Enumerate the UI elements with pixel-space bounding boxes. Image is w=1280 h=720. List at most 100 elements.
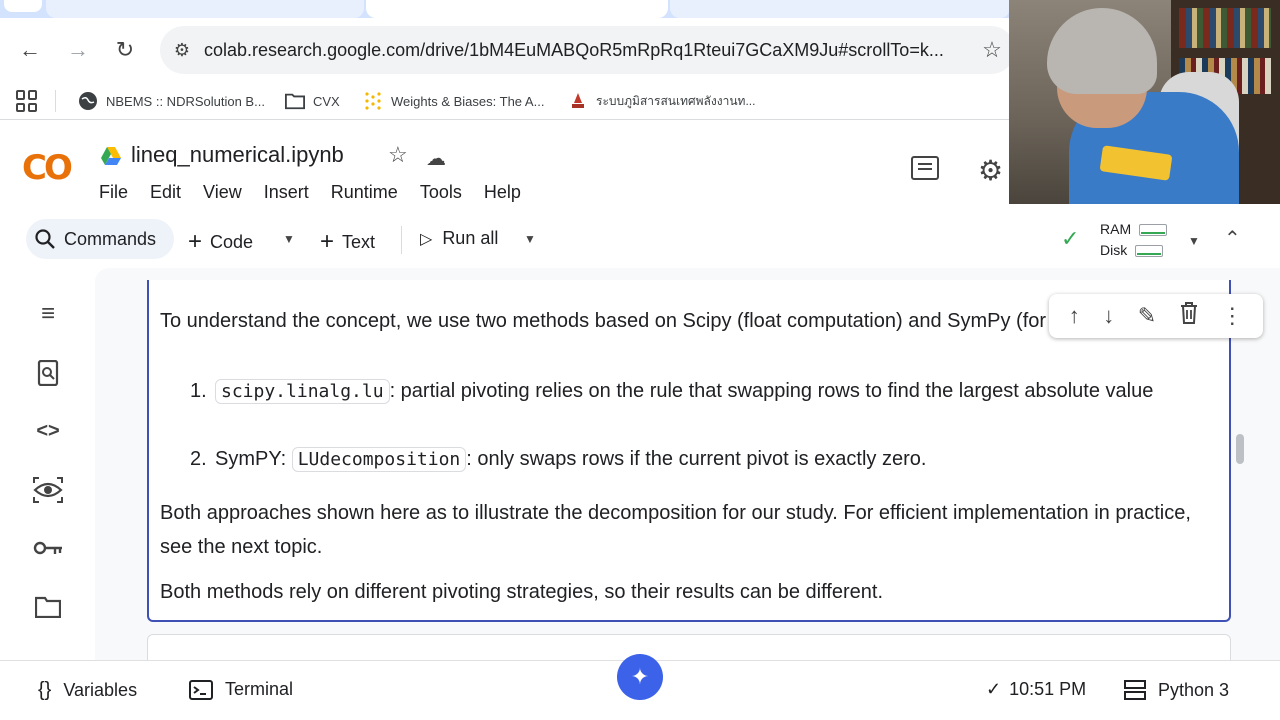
comment-icon[interactable] [911,156,939,180]
bookmark-label: Weights & Biases: The A... [391,93,545,109]
list-text: : partial pivoting relies on the rule th… [389,380,1154,402]
scrollbar[interactable] [1236,434,1244,464]
inline-code: scipy.linalg.lu [215,379,390,404]
wandb-icon [363,91,383,111]
plus-icon: + [320,228,335,255]
bookmark-energy[interactable]: ระบบภูมิสารสนเทศพลังงานท... [568,90,755,112]
divider [401,226,402,254]
table-of-contents-icon[interactable]: ≡ [30,296,66,332]
folder-icon [285,91,305,111]
collapse-header-icon[interactable]: ⌃ [1224,226,1241,251]
google-drive-icon [101,147,121,165]
move-down-arrow-icon[interactable]: ↓ [1103,303,1114,329]
browser-tab[interactable] [670,0,1010,18]
commands-button[interactable]: Commands [26,219,174,259]
play-icon: ▷ [420,230,433,248]
forward-arrow-icon[interactable]: → [64,36,92,64]
search-icon [35,229,55,249]
gemini-sparkle-icon[interactable]: ✦ [617,654,663,700]
execution-time: 10:51 PM [1009,679,1087,699]
colab-logo[interactable]: CO [22,150,78,186]
menu-view[interactable]: View [203,182,242,203]
back-arrow-icon[interactable]: ← [16,36,44,64]
secrets-key-icon[interactable] [30,530,66,566]
webcam-video-overlay [1009,0,1280,204]
disk-bar [1135,245,1164,258]
execution-status[interactable]: ✓ 10:51 PM [986,679,1086,700]
bookmark-label: ระบบภูมิสารสนเทศพลังงานท... [596,93,756,108]
add-text-label: Text [342,231,376,252]
next-cell[interactable] [147,634,1231,660]
code-dropdown-caret[interactable]: ▼ [283,232,295,246]
cloud-saved-icon[interactable]: ☁ [426,146,446,171]
bookmark-wandb[interactable]: Weights & Biases: The A... [363,90,544,112]
left-sidebar: ≡ <> [0,268,95,660]
star-icon[interactable]: ☆ [388,142,408,168]
code-snippets-icon[interactable]: <> [30,413,66,449]
bookmark-cvx[interactable]: CVX [285,90,340,112]
paragraph-text: Both methods rely on different pivoting … [160,581,883,603]
gear-icon[interactable]: ⚙ [978,154,1003,187]
divider [55,90,56,112]
paragraph-text: Both approaches shown here as to illustr… [160,502,1191,558]
add-code-button[interactable]: + Code [188,228,253,256]
runtime-button[interactable]: Python 3 [1124,679,1229,701]
variables-label: Variables [63,680,138,700]
browser-tab-active[interactable] [366,0,668,18]
run-all-label: Run all [442,228,499,248]
chevron-down-icon: ▼ [1188,234,1200,248]
menu-runtime[interactable]: Runtime [331,182,398,203]
cell-action-toolbar: ↑ ↓ ✎ ⋮ [1049,294,1263,338]
bookmark-label: CVX [313,93,340,109]
reload-icon[interactable]: ↻ [111,36,139,64]
variable-inspector-eye-icon[interactable] [30,472,66,508]
inline-code: LUdecomposition [291,447,467,472]
bookmark-nbems[interactable]: NBEMS :: NDRSolution B... [78,90,265,112]
terminal-button[interactable]: Terminal [189,679,293,700]
url-text[interactable]: colab.research.google.com/drive/1bM4EuMA… [204,40,944,61]
files-folder-icon[interactable] [30,589,66,625]
delete-trash-icon[interactable] [1180,302,1198,330]
window-control[interactable] [4,0,42,12]
text-cell-selected[interactable]: To understand the concept, we use two me… [147,280,1263,622]
chevron-down-icon: ▼ [524,232,536,246]
bookmark-star-icon[interactable]: ☆ [978,36,1006,64]
apps-grid-icon[interactable] [16,90,38,112]
notebook-title[interactable]: lineq_numerical.ipynb [131,142,344,168]
menu-help[interactable]: Help [484,182,521,203]
find-icon[interactable] [30,355,66,391]
run-all-button[interactable]: ▷ Run all [420,228,498,249]
runtime-label: Python 3 [1158,679,1230,700]
cell-paragraph-3: Both methods rely on different pivoting … [160,575,1200,609]
address-bar[interactable]: ⚙ colab.research.google.com/drive/1bM4Eu… [160,26,1015,74]
more-options-icon[interactable]: ⋮ [1221,303,1243,329]
resource-dropdown-caret[interactable]: ▼ [1188,232,1200,250]
globe-icon [78,91,98,111]
run-all-dropdown-caret[interactable]: ▼ [524,232,536,246]
bookmark-label: NBEMS :: NDRSolution B... [106,93,265,109]
connected-check-icon: ✓ [1061,226,1080,251]
menu-tools[interactable]: Tools [420,182,462,203]
disk-label: Disk [1100,242,1128,258]
cell-paragraph-1: To understand the concept, we use two me… [160,304,1200,338]
check-icon: ✓ [986,679,1002,699]
books [1179,8,1271,48]
terminal-icon [189,679,213,700]
add-text-button[interactable]: + Text [320,228,375,256]
browser-tab[interactable] [46,0,364,18]
list-item: 2. SymPY: LUdecomposition: only swaps ro… [190,442,1210,476]
move-up-arrow-icon[interactable]: ↑ [1069,303,1080,329]
variables-button[interactable]: {} Variables [38,679,137,702]
list-number: 1. [190,380,207,402]
commands-label: Commands [64,228,157,249]
status-bar: {} Variables Terminal ✦ ✓ 10:51 PM Pytho… [0,654,1280,720]
ram-label: RAM [1100,221,1132,237]
menu-file[interactable]: File [99,182,128,203]
cell-paragraph-2: Both approaches shown here as to illustr… [160,496,1215,564]
menu-insert[interactable]: Insert [264,182,309,203]
paragraph-text: To understand the concept, we use two me… [160,310,1154,332]
site-settings-icon[interactable]: ⚙ [160,40,204,61]
resource-monitor[interactable]: RAM Disk [1100,219,1168,261]
edit-pencil-icon[interactable]: ✎ [1138,303,1156,329]
menu-edit[interactable]: Edit [150,182,181,203]
